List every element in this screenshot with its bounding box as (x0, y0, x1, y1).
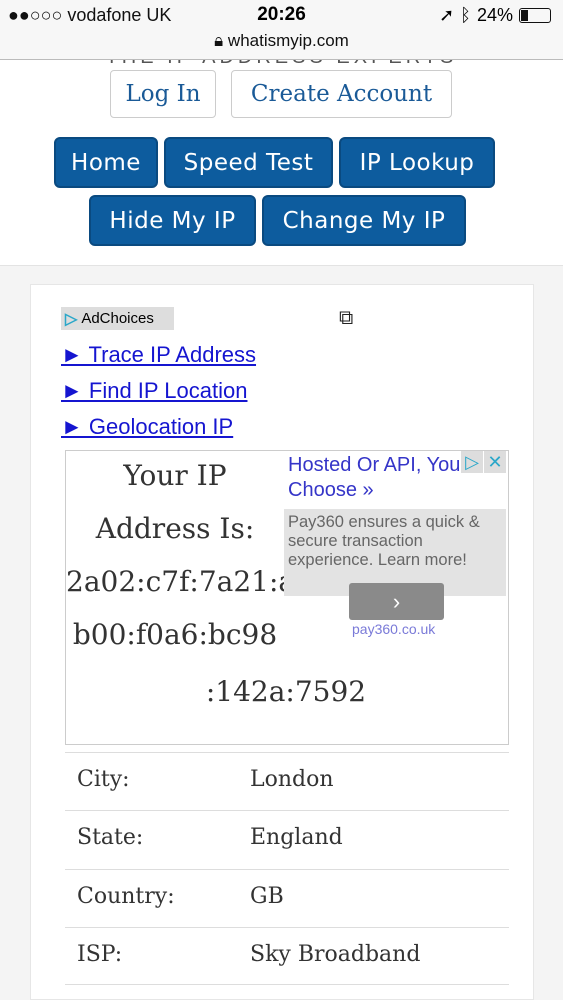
detail-label: Country: (77, 884, 175, 909)
detail-label: City: (77, 767, 130, 792)
ad-arrow-button[interactable]: › (349, 583, 444, 620)
link-geolocation-ip[interactable]: ► Geolocation IP (61, 414, 233, 440)
battery-percent: 24% (476, 5, 513, 25)
detail-value: Sky Broadband (250, 942, 421, 967)
ad-headline[interactable]: Hosted Or API, You Choose » (288, 453, 488, 503)
detail-value: England (250, 825, 343, 850)
ip-line-2: b00:f0a6:bc98 (72, 618, 278, 651)
adchoices-badge[interactable]: ▷ AdChoices (61, 307, 174, 330)
nav-speed-test[interactable]: Speed Test (164, 137, 333, 188)
detail-row-state: State: England (65, 810, 509, 868)
ad-domain[interactable]: pay360.co.uk (352, 621, 435, 637)
ios-status-bar: ●●○○○ vodafone UK 20:26 ➚ ᛒ 24% 🔒︎ whati… (0, 0, 563, 60)
bluetooth-icon: ᛒ (460, 5, 471, 25)
ip-line-1: 2a02:c7f:7a21:a (66, 565, 296, 598)
site-header: THE IP ADDRESS EXPERTS Log In Create Acc… (0, 46, 563, 266)
login-button[interactable]: Log In (110, 70, 216, 118)
ad-info-icon[interactable]: ▷ (461, 451, 483, 473)
ip-box: Your IP Address Is: 2a02:c7f:7a21:a b00:… (65, 450, 509, 745)
link-trace-ip[interactable]: ► Trace IP Address (61, 342, 256, 368)
nav-home[interactable]: Home (54, 137, 158, 188)
detail-row-city: City: London (65, 752, 509, 810)
battery-icon (519, 8, 551, 23)
detail-row-country: Country: GB (65, 869, 509, 927)
detail-label: ISP: (77, 942, 123, 967)
detail-value: GB (250, 884, 284, 909)
detail-row-isp: ISP: Sky Broadband (65, 927, 509, 985)
url-text: whatismyip.com (227, 31, 349, 50)
main-card: ▷ AdChoices ⧉ ► Trace IP Address ► Find I… (30, 284, 534, 1000)
ip-line-3: :142a:7592 (205, 675, 367, 708)
adchoices-icon: ▷ (65, 310, 78, 328)
external-link-icon[interactable]: ⧉ (339, 307, 353, 330)
lock-icon: 🔒︎ (214, 31, 224, 50)
adchoices-label: AdChoices (81, 310, 154, 327)
detail-value: London (250, 767, 334, 792)
nav-ip-lookup[interactable]: IP Lookup (339, 137, 495, 188)
advertisement[interactable]: Hosted Or API, You Choose » Pay360 ensur… (284, 451, 506, 637)
detail-label: State: (77, 825, 144, 850)
nav-change-my-ip[interactable]: Change My IP (262, 195, 466, 246)
link-find-ip-location[interactable]: ► Find IP Location (61, 378, 247, 404)
ad-close-icon[interactable]: ✕ (484, 451, 506, 473)
address-bar[interactable]: 🔒︎ whatismyip.com (0, 31, 563, 51)
create-account-button[interactable]: Create Account (231, 70, 452, 118)
nav-hide-my-ip[interactable]: Hide My IP (89, 195, 256, 246)
ip-label-2: Address Is: (95, 512, 255, 545)
ip-label-1: Your IP (123, 459, 227, 492)
status-right: ➚ ᛒ 24% (439, 5, 551, 26)
location-icon: ➚ (439, 5, 455, 25)
